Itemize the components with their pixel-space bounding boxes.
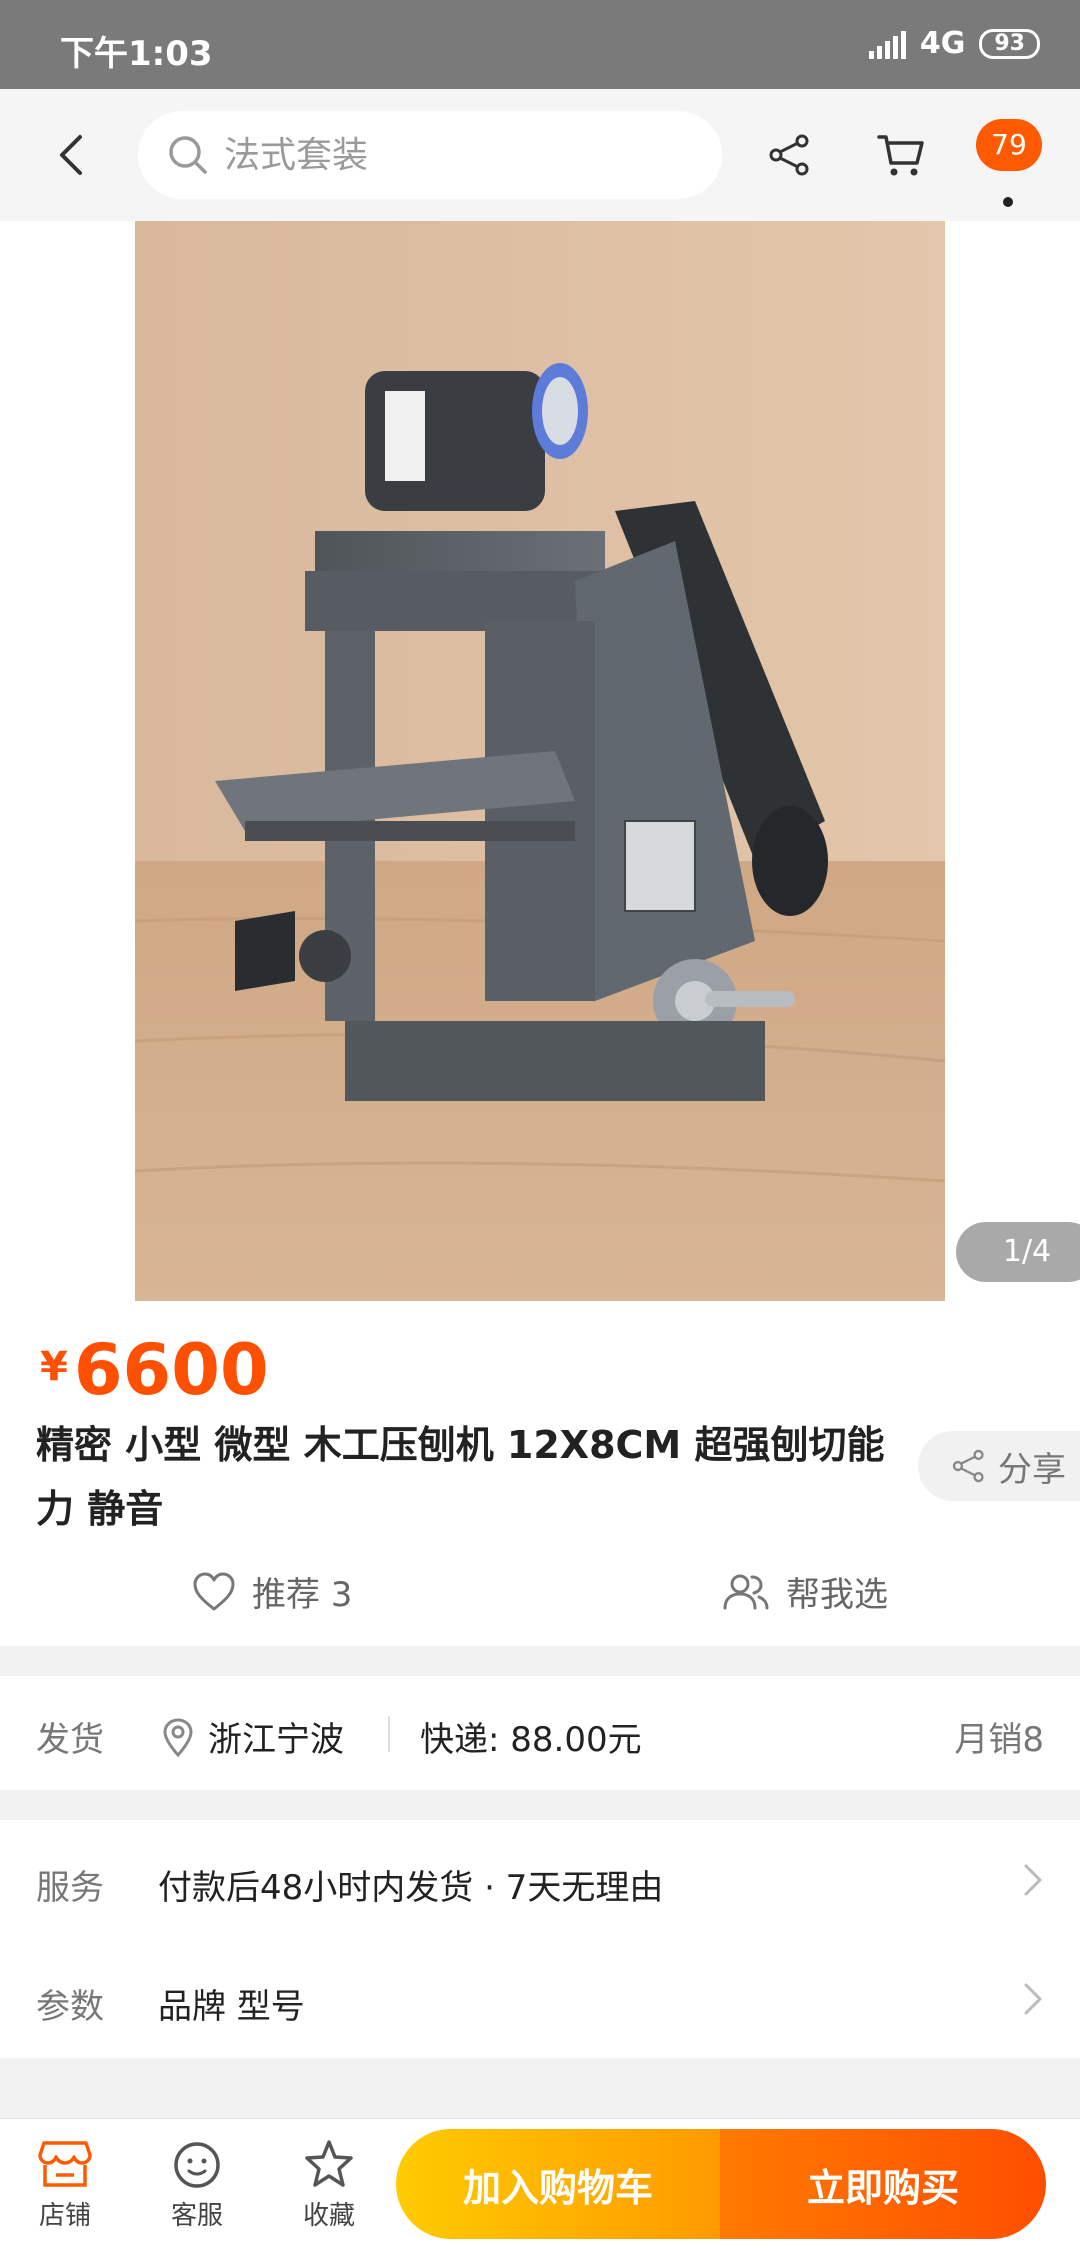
favorite-label: 收藏 (302, 2201, 355, 2231)
search-icon (169, 136, 207, 174)
image-counter: 1/4 (956, 1222, 1080, 1282)
shipping-location-text: 浙江宁波 (208, 1720, 344, 1760)
chevron-right-icon (1024, 1983, 1042, 2015)
product-info: ¥6600 精密 小型 微型 木工压刨机 12X8CM 超强刨切能力 静音 分享… (0, 1301, 1080, 1646)
status-bar: 下午1:03 4G 93 (0, 0, 1080, 89)
share-label: 分享 (998, 1449, 1066, 1490)
params-value: 品牌 型号 (158, 1987, 305, 2027)
customer-service-icon (174, 2142, 220, 2188)
search-bar[interactable] (138, 111, 722, 199)
product-photo-graphic (135, 221, 945, 1301)
price: ¥6600 (40, 1329, 269, 1411)
recommend-button[interactable]: 推荐 3 (192, 1567, 352, 1616)
help-choose-button[interactable]: 帮我选 (722, 1567, 888, 1616)
favorite-tab[interactable]: 收藏 (284, 2139, 374, 2232)
status-time: 下午1:03 (60, 34, 213, 74)
shipping-label: 发货 (36, 1720, 104, 1760)
share-button[interactable] (766, 131, 814, 179)
cart-icon (877, 135, 924, 176)
monthly-sales: 月销8 (954, 1720, 1044, 1760)
chevron-left-icon (60, 135, 82, 175)
service-value: 付款后48小时内发货 · 7天无理由 (158, 1868, 664, 1908)
price-value: 6600 (73, 1329, 269, 1411)
share-icon (952, 1449, 984, 1483)
star-icon (305, 2140, 353, 2187)
status-indicators: 4G 93 (868, 26, 1040, 61)
service-label: 服务 (36, 1868, 104, 1908)
service-row[interactable]: 服务 付款后48小时内发货 · 7天无理由 (0, 1820, 1080, 1939)
people-icon (723, 1574, 769, 1609)
message-button[interactable]: 79 (976, 119, 1050, 207)
more-dot-icon (1003, 197, 1013, 207)
customer-service-label: 客服 (170, 2201, 223, 2231)
top-nav: 79 (0, 89, 1080, 221)
product-gallery[interactable] (0, 221, 1080, 1301)
location-pin-icon (163, 1717, 193, 1757)
params-row[interactable]: 参数 品牌 型号 (0, 1939, 1080, 2058)
bottom-action-bar: 店铺 客服 收藏 加入购物车 立即购买 (0, 2118, 1080, 2248)
divider (388, 1716, 390, 1752)
customer-service-tab[interactable]: 客服 (152, 2139, 242, 2232)
back-button[interactable] (52, 131, 92, 179)
recommend-label: 推荐 3 (252, 1575, 353, 1615)
share-pill-button[interactable]: 分享 (918, 1431, 1080, 1501)
share-icon (769, 134, 809, 176)
chevron-right-icon (1024, 1864, 1042, 1896)
message-badge: 79 (976, 119, 1042, 171)
shipping-row: 发货 浙江宁波 快递: 88.00元 月销8 (0, 1676, 1080, 1790)
store-tab[interactable]: 店铺 (20, 2139, 110, 2232)
heart-icon (193, 1572, 235, 1610)
signal-icon (868, 29, 906, 59)
product-image[interactable] (135, 221, 945, 1301)
store-icon (38, 2141, 92, 2187)
store-label: 店铺 (38, 2201, 91, 2231)
params-label: 参数 (36, 1987, 104, 2027)
shipping-location: 浙江宁波 (162, 1712, 344, 1761)
add-to-cart-button[interactable]: 加入购物车 (396, 2129, 720, 2239)
express-fee: 快递: 88.00元 (420, 1720, 642, 1760)
help-choose-label: 帮我选 (786, 1575, 888, 1615)
cart-button[interactable] (876, 129, 926, 179)
currency-symbol: ¥ (40, 1344, 68, 1390)
buy-now-button[interactable]: 立即购买 (720, 2129, 1046, 2239)
battery-icon: 93 (979, 28, 1040, 59)
network-type: 4G (919, 26, 966, 61)
service-block: 服务 付款后48小时内发货 · 7天无理由 参数 品牌 型号 (0, 1820, 1080, 2058)
search-input[interactable] (224, 134, 674, 176)
product-title: 精密 小型 微型 木工压刨机 12X8CM 超强刨切能力 静音 (36, 1423, 885, 1531)
